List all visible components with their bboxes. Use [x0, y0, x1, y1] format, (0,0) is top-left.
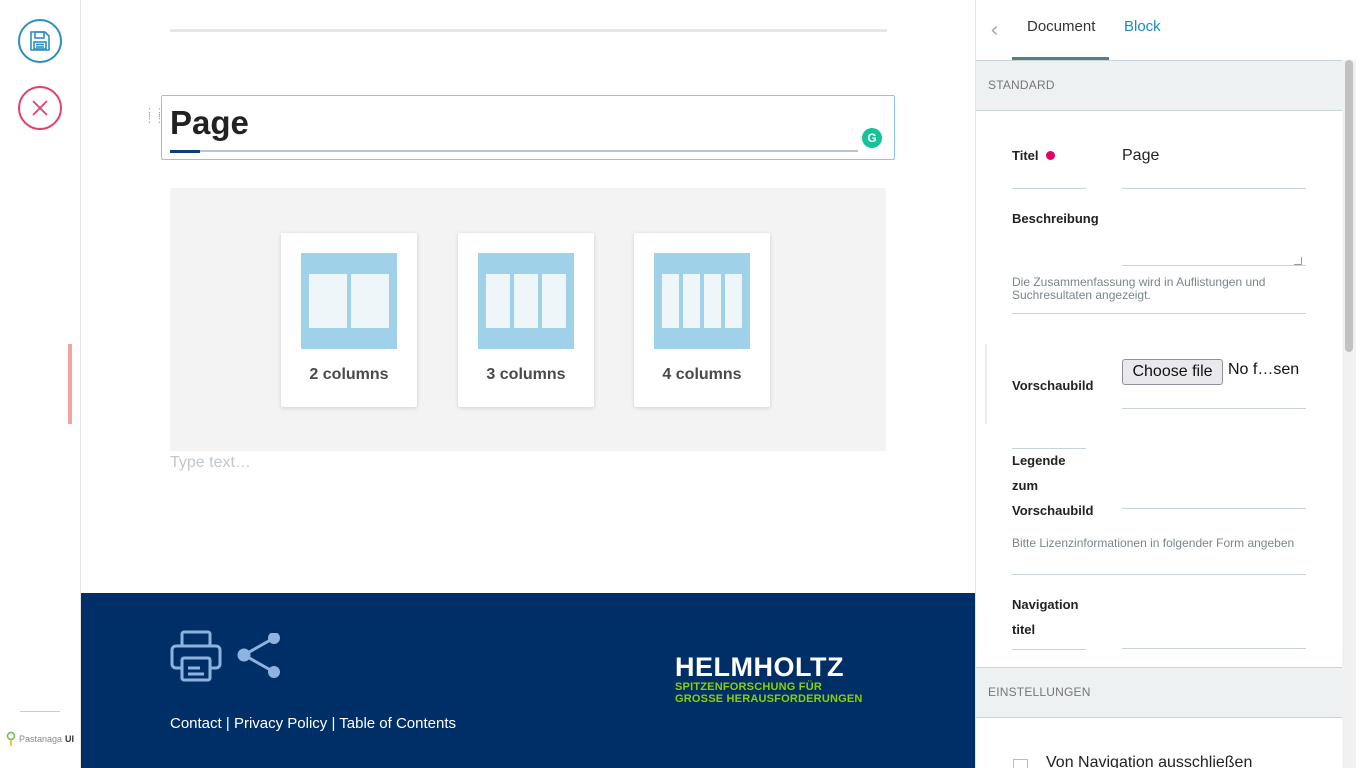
- nav-title-label-line: Navigation: [1012, 597, 1079, 612]
- cancel-button[interactable]: [18, 86, 62, 130]
- resize-grip-icon[interactable]: [1294, 257, 1302, 265]
- title-field-label: Titel: [1012, 143, 1055, 168]
- link-separator: |: [221, 715, 234, 732]
- two-column-icon: [301, 253, 397, 349]
- four-column-icon: [654, 253, 750, 349]
- sidebar-tabs: ‹ Document Block: [976, 0, 1342, 61]
- nav-title-field-label: Navigation titel: [1012, 592, 1078, 642]
- field-marker: [985, 344, 987, 424]
- brand[interactable]: Pastanaga UI: [6, 731, 74, 747]
- editor-area: ⋮⋮ ⋮⋮ Page G 2 columns 3 columns 4 column…: [81, 0, 975, 768]
- section-settings-header[interactable]: EINSTELLUNGEN: [976, 667, 1342, 718]
- caption-label-line: zum: [1012, 478, 1038, 493]
- title-underline: [170, 150, 858, 152]
- tab-document[interactable]: Document: [1027, 18, 1095, 35]
- tab-block[interactable]: Block: [1124, 18, 1161, 35]
- print-icon[interactable]: [170, 630, 222, 682]
- description-textarea[interactable]: [1122, 265, 1306, 266]
- field-divider: [1012, 649, 1086, 650]
- grid-option-label: 4 columns: [662, 366, 742, 383]
- link-separator: |: [327, 715, 340, 732]
- helmholtz-logo[interactable]: HELMHOLTZ SPITZENFORSCHUNG FÜR GROSSE HE…: [675, 653, 863, 705]
- field-divider: [1012, 188, 1086, 189]
- description-help-text: Die Zusammenfassung wird in Auflistungen…: [1012, 275, 1266, 302]
- contact-link[interactable]: Contact: [170, 715, 222, 732]
- page-title[interactable]: Page: [170, 104, 249, 142]
- title-block[interactable]: Page G: [161, 95, 895, 160]
- grid-option-label: 3 columns: [486, 366, 566, 383]
- logo-tagline-2: GROSSE HERAUSFORDERUNGEN: [675, 693, 863, 705]
- section-standard-header[interactable]: STANDARD: [976, 60, 1342, 111]
- exclude-from-nav-checkbox[interactable]: [1013, 759, 1028, 768]
- save-button[interactable]: [18, 19, 62, 63]
- field-divider: [1012, 313, 1306, 314]
- caption-input[interactable]: [1122, 508, 1306, 509]
- logo-tagline-1: SPITZENFORSCHUNG FÜR: [675, 681, 822, 693]
- required-indicator: [1045, 151, 1055, 160]
- scrollbar-thumb[interactable]: [1345, 60, 1353, 352]
- caption-help-text: Bitte Lizenzinformationen in folgender F…: [1012, 536, 1295, 550]
- close-icon: [32, 100, 48, 116]
- brand-suffix: UI: [65, 734, 75, 744]
- share-icon[interactable]: [236, 633, 284, 681]
- toolbar: Pastanaga UI: [0, 0, 81, 768]
- grid-option-3-columns[interactable]: 3 columns: [458, 233, 594, 407]
- title-label-text: Titel: [1012, 148, 1039, 163]
- caption-label-line: Vorschaubild: [1012, 503, 1094, 518]
- sidebar: ‹ Document Block STANDARD Titel Page Bes…: [975, 0, 1366, 768]
- nav-title-label-line: titel: [1012, 622, 1036, 637]
- file-input-underline: [1122, 408, 1306, 409]
- preview-image-label: Vorschaubild: [1012, 378, 1094, 393]
- nav-title-input[interactable]: [1122, 648, 1306, 649]
- separator-block[interactable]: [170, 29, 887, 32]
- grid-option-4-columns[interactable]: 4 columns: [634, 233, 770, 407]
- grid-option-label: 2 columns: [309, 366, 389, 383]
- logo-name: HELMHOLTZ: [675, 652, 844, 682]
- caption-label-line: Legende: [1012, 453, 1066, 468]
- table-of-contents-link[interactable]: Table of Contents: [339, 715, 456, 732]
- caption-field-label: Legende zum Vorschaubild: [1012, 448, 1093, 523]
- toolbar-accent-bar: [68, 344, 72, 424]
- grid-option-2-columns[interactable]: 2 columns: [281, 233, 417, 407]
- pin-icon: [6, 731, 16, 746]
- title-field-input[interactable]: Page: [1122, 147, 1159, 165]
- title-input-underline: [1122, 188, 1306, 189]
- description-field-label: Beschreibung: [1012, 211, 1099, 226]
- text-block-placeholder[interactable]: Type text…: [170, 454, 251, 472]
- drag-handle-icon[interactable]: ⋮⋮ ⋮⋮: [144, 107, 165, 126]
- sidebar-scrollbar[interactable]: [1342, 60, 1356, 768]
- grid-chooser: 2 columns 3 columns 4 columns: [170, 188, 886, 451]
- privacy-policy-link[interactable]: Privacy Policy: [234, 715, 327, 732]
- exclude-from-nav-label: Von Navigation ausschließen: [1046, 754, 1253, 768]
- site-footer: Contact | Privacy Policy | Table of Cont…: [81, 593, 975, 768]
- grammarly-icon[interactable]: G: [862, 128, 882, 148]
- save-icon: [30, 31, 50, 51]
- field-divider: [1012, 574, 1306, 575]
- footer-links: Contact | Privacy Policy | Table of Cont…: [170, 715, 456, 732]
- toolbar-divider: [20, 711, 60, 712]
- title-underline-accent: [170, 150, 200, 153]
- file-name-text: No f…sen: [1228, 361, 1300, 378]
- three-column-icon: [478, 253, 574, 349]
- brand-name: Pastanaga: [19, 734, 63, 744]
- grammarly-letter: G: [867, 131, 877, 145]
- choose-file-button[interactable]: Choose file: [1122, 359, 1223, 385]
- chevron-left-icon[interactable]: ‹: [990, 18, 999, 43]
